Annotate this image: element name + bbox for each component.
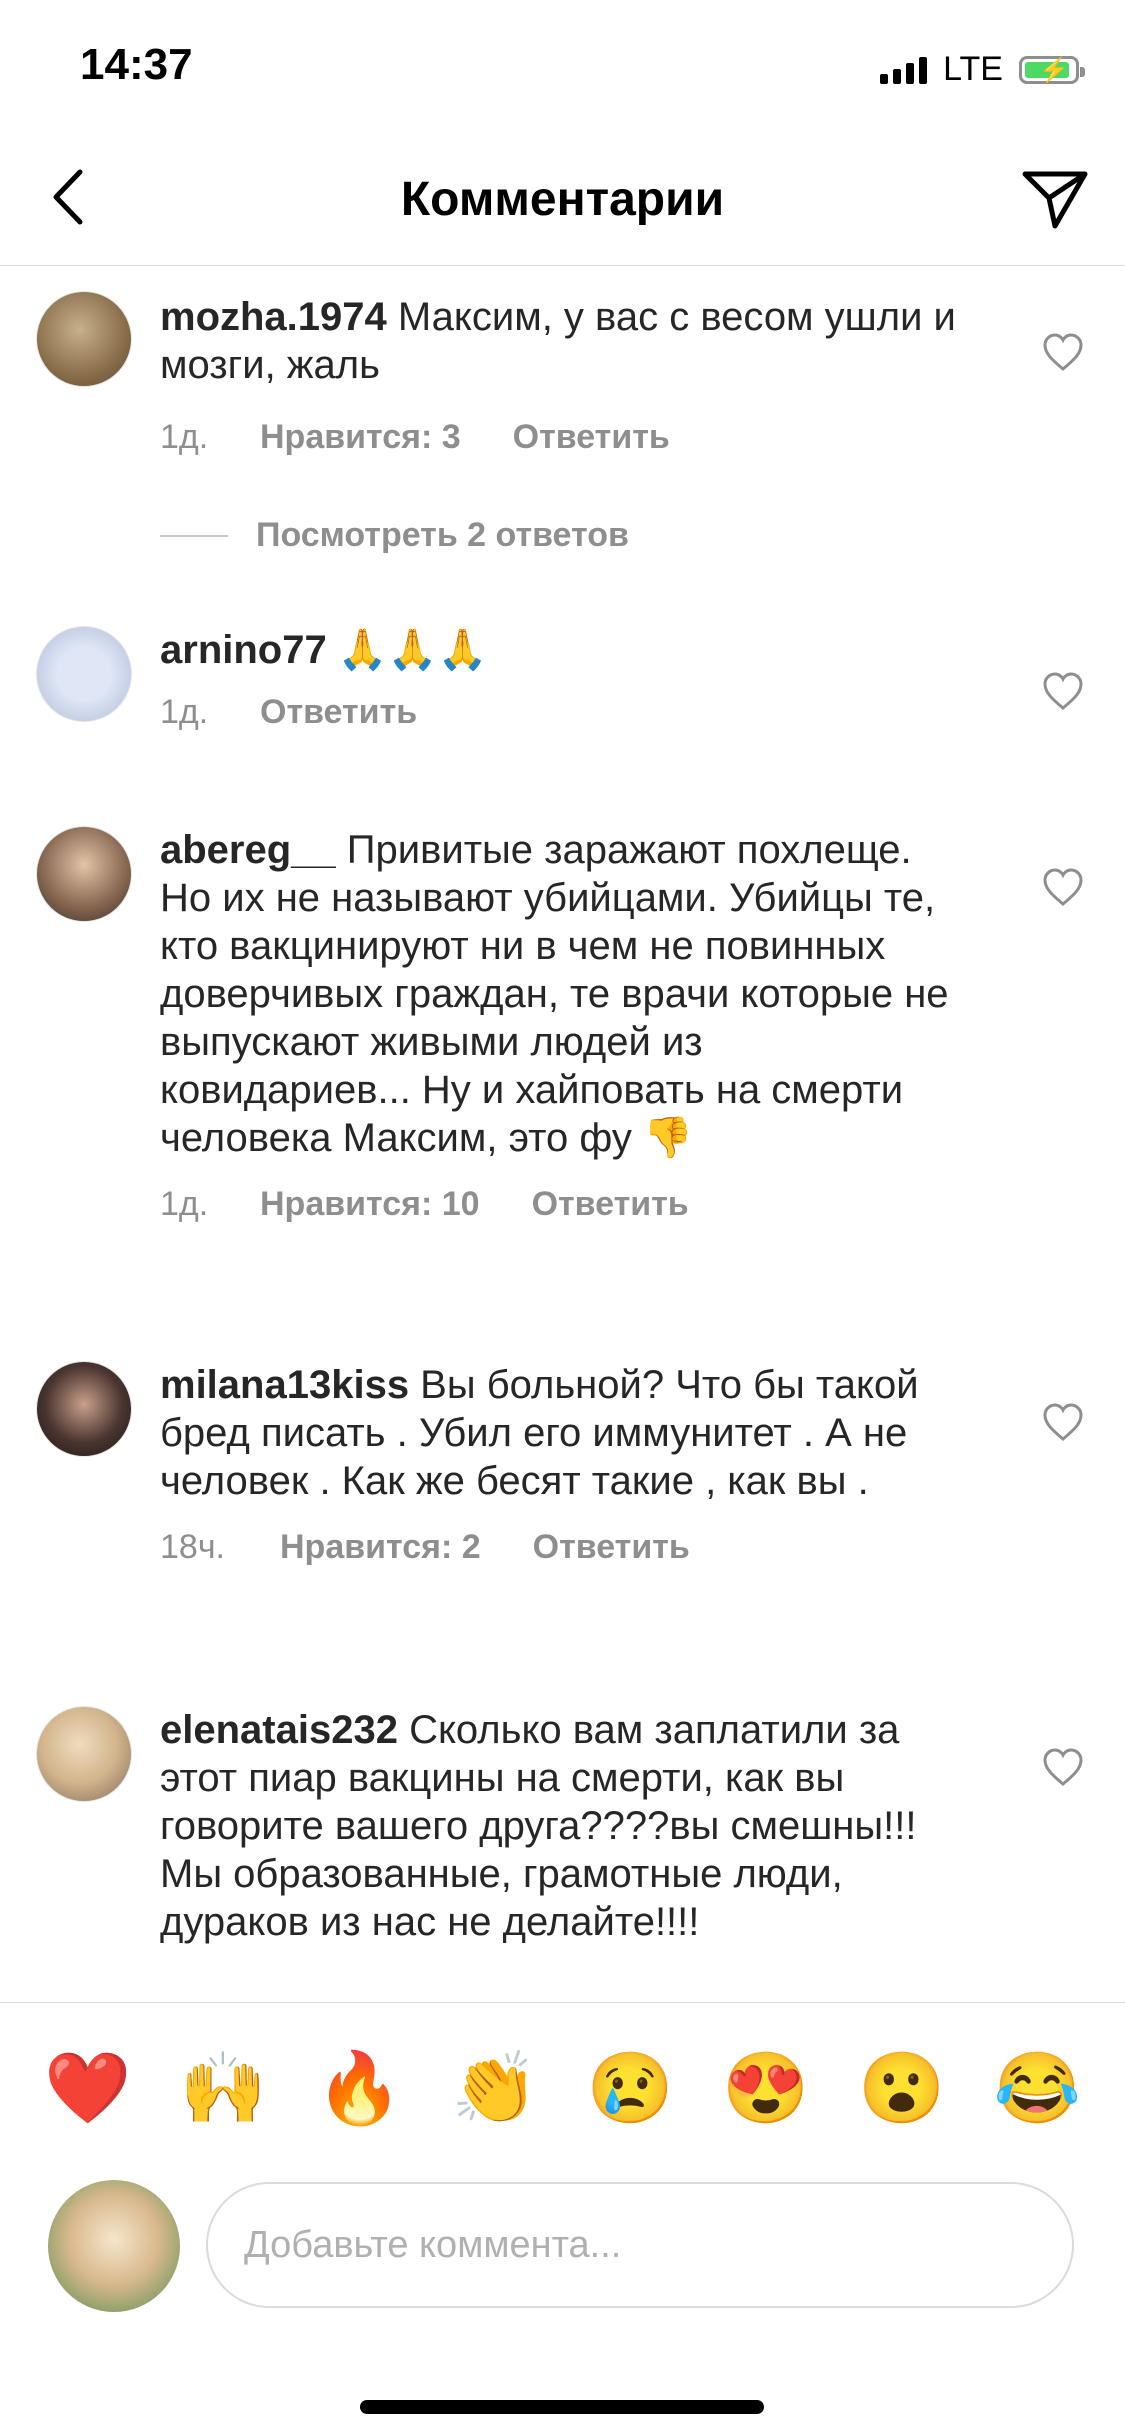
avatar[interactable] xyxy=(36,826,132,922)
reply-button[interactable]: Ответить xyxy=(513,413,670,461)
comment-text: 🙏🙏🙏 xyxy=(326,628,488,672)
comment-likes[interactable]: Нравится: 2 xyxy=(280,1523,481,1571)
heart-eyes-emoji-button[interactable]: 😍 xyxy=(716,2053,816,2123)
comment-meta: 1д. Нравится: 10 Ответить xyxy=(160,1180,960,1228)
heart-icon[interactable] xyxy=(1041,1401,1085,1445)
heart-icon[interactable] xyxy=(1041,1746,1085,1790)
comment-meta: 1д. Ответить xyxy=(160,688,960,736)
heart-icon[interactable] xyxy=(1041,331,1085,375)
comment-meta: 1д. Нравится: 3 Ответить xyxy=(160,413,960,461)
emoji-quick-bar: ❤️ 🙌 🔥 👏 😢 😍 😮 😂 xyxy=(0,2002,1125,2172)
fire-emoji-button[interactable]: 🔥 xyxy=(309,2053,409,2123)
home-indicator xyxy=(360,2400,764,2414)
clap-emoji-button[interactable]: 👏 xyxy=(445,2053,545,2123)
reply-button[interactable]: Ответить xyxy=(260,688,417,736)
crying-emoji-button[interactable]: 😢 xyxy=(580,2053,680,2123)
comment-composer xyxy=(0,2172,1125,2322)
comment-likes[interactable]: Нравится: 10 xyxy=(260,1180,480,1228)
comment-time: 1д. xyxy=(160,418,209,456)
comment-time: 1д. xyxy=(160,693,209,731)
status-bar: 14:37 LTE ⚡ xyxy=(0,0,1125,130)
comment-meta: 18ч. Нравится: 2 Ответить xyxy=(160,1523,960,1571)
raised-hands-emoji-button[interactable]: 🙌 xyxy=(173,2053,273,2123)
comment-input[interactable] xyxy=(206,2182,1074,2308)
comment-body: mozha.1974 Максим, у вас с весом ушли и … xyxy=(160,293,960,461)
direct-share-icon[interactable] xyxy=(1017,160,1093,236)
status-indicators: LTE ⚡ xyxy=(880,50,1085,89)
comment-time: 1д. xyxy=(160,1185,209,1223)
comment-username[interactable]: elenatais232 xyxy=(160,1708,398,1752)
comment-username[interactable]: mozha.1974 xyxy=(160,295,387,339)
comments-list: mozha.1974 Максим, у вас с весом ушли и … xyxy=(0,266,1125,2001)
laughing-emoji-button[interactable]: 😂 xyxy=(987,2053,1087,2123)
heart-icon[interactable] xyxy=(1041,866,1085,910)
comment-username[interactable]: milana13kiss xyxy=(160,1363,409,1407)
page-title: Комментарии xyxy=(400,173,725,226)
status-time: 14:37 xyxy=(80,40,193,89)
comment-body: milana13kiss Вы больной? Что бы такой бр… xyxy=(160,1361,960,1571)
reply-button[interactable]: Ответить xyxy=(532,1180,689,1228)
comment-likes[interactable]: Нравится: 3 xyxy=(260,413,461,461)
comment-body: arnino77 🙏🙏🙏 1д. Ответить xyxy=(160,626,960,736)
avatar[interactable] xyxy=(36,1361,132,1457)
avatar[interactable] xyxy=(36,626,132,722)
avatar[interactable] xyxy=(36,291,132,387)
battery-icon: ⚡ xyxy=(1019,55,1085,84)
comment-time: 18ч. xyxy=(160,1528,225,1566)
comment-body: abereg__ Привитые заражают похлеще. Но и… xyxy=(160,826,960,1228)
reply-button[interactable]: Ответить xyxy=(533,1523,690,1571)
comment-username[interactable]: abereg__ xyxy=(160,828,336,872)
comment-text: Привитые заражают похлеще. Но их не назы… xyxy=(160,828,949,1160)
user-avatar xyxy=(48,2180,180,2312)
nav-bar: Комментарии xyxy=(0,130,1125,266)
network-type: LTE xyxy=(943,50,1003,88)
comment-body: elenatais232 Сколько вам заплатили за эт… xyxy=(160,1706,960,1946)
avatar[interactable] xyxy=(36,1706,132,1802)
surprised-emoji-button[interactable]: 😮 xyxy=(852,2053,952,2123)
signal-icon xyxy=(880,56,928,84)
comment-username[interactable]: arnino77 xyxy=(160,628,327,672)
heart-icon[interactable] xyxy=(1041,670,1085,714)
replies-divider xyxy=(160,534,228,537)
view-replies-label: Посмотреть 2 ответов xyxy=(256,516,629,554)
heart-emoji-button[interactable]: ❤️ xyxy=(38,2053,138,2123)
view-replies-button[interactable]: Посмотреть 2 ответов xyxy=(160,516,629,555)
